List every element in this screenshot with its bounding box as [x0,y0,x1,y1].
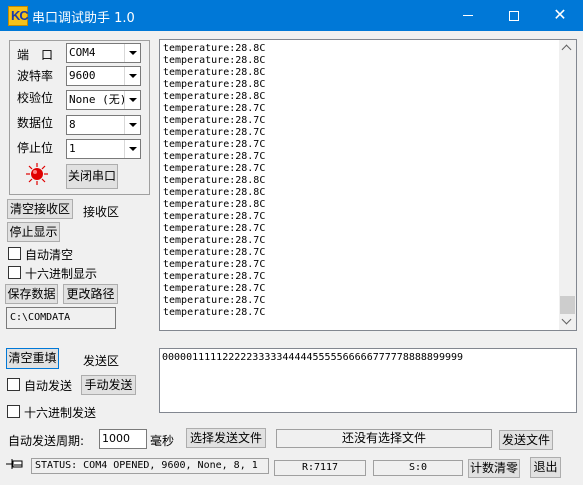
change-path-button[interactable]: 更改路径 [63,284,118,304]
receive-line: temperature:28.7C [163,295,266,306]
window-title: 串口调试助手 1.0 [32,11,135,26]
chevron-down-icon[interactable] [124,140,140,158]
chevron-down-icon[interactable] [124,44,140,62]
send-text: 0000011111222223333344444555556666677777… [162,352,464,363]
receive-line: temperature:28.7C [163,283,266,294]
close-button[interactable]: ✕ [537,0,583,31]
receive-line: temperature:28.8C [163,199,266,210]
receive-line: temperature:28.8C [163,79,266,90]
title-bar: KC 串口调试助手 1.0 ✕ [0,0,583,31]
receive-line: temperature:28.7C [163,259,266,270]
receive-line: temperature:28.7C [163,115,266,126]
receive-line: temperature:28.7C [163,223,266,234]
port-label: 端 口 [17,48,54,62]
status-text: STATUS: COM4 OPENED, 9600, None, 8, 1 [31,458,269,474]
receive-line: temperature:28.8C [163,67,266,78]
receive-line: temperature:28.7C [163,103,266,114]
receive-line: temperature:28.7C [163,127,266,138]
chevron-down-icon[interactable] [124,91,140,109]
databits-label: 数据位 [17,116,54,130]
receive-line: temperature:28.8C [163,91,266,102]
receive-lines: temperature:28.8C temperature:28.8C temper… [163,43,265,319]
receive-line: temperature:28.7C [163,163,266,174]
receive-line: temperature:28.7C [163,235,266,246]
parity-label: 校验位 [17,91,54,105]
reset-count-button[interactable]: 计数清零 [468,459,520,478]
receive-textarea[interactable]: temperature:28.8C temperature:28.8C temper… [159,39,577,331]
scroll-up-icon[interactable] [559,40,576,57]
stopbits-label: 停止位 [17,141,54,155]
receive-line: temperature:28.8C [163,43,266,54]
close-icon: ✕ [553,5,567,24]
rx-count: R:7117 [274,460,366,476]
chevron-down-icon[interactable] [124,67,140,85]
scrollbar-thumb[interactable] [560,296,575,314]
close-port-button[interactable]: 关闭串口 [66,164,118,189]
hex-display-checkbox[interactable] [8,266,21,279]
manual-send-button[interactable]: 手动发送 [81,375,136,395]
receive-line: temperature:28.7C [163,151,266,162]
scroll-down-icon[interactable] [559,313,576,330]
minimize-button[interactable] [445,0,491,31]
file-status-box: 还没有选择文件 [276,429,492,448]
save-data-button[interactable]: 保存数据 [5,284,58,304]
tx-count: S:0 [373,460,463,476]
pushpin-icon[interactable] [6,458,24,470]
parity-select[interactable]: None (无) [66,90,141,110]
send-period-label: 自动发送周期: [8,434,85,448]
auto-send-checkbox[interactable] [7,378,20,391]
receive-line: temperature:28.7C [163,307,266,318]
send-period-unit: 毫秒 [150,434,175,448]
receive-scrollbar[interactable] [559,40,576,330]
port-status-led-icon [26,163,48,185]
clear-receive-button[interactable]: 清空接收区 [7,199,73,219]
receive-line: temperature:28.8C [163,187,266,198]
stopbits-select[interactable]: 1 [66,139,141,159]
auto-clear-label: 自动清空 [25,248,74,262]
send-period-input[interactable]: 1000 [99,429,147,449]
stop-display-button[interactable]: 停止显示 [7,222,60,242]
clear-resend-button[interactable]: 清空重填 [6,348,59,369]
send-textarea[interactable]: 0000011111222223333344444555556666677777… [159,348,577,413]
chevron-down-icon[interactable] [124,116,140,134]
select-send-file-button[interactable]: 选择发送文件 [186,428,266,448]
minimize-icon [463,15,473,16]
hex-send-label: 十六进制发送 [24,406,97,420]
app-icon: KC [8,6,29,26]
receive-line: temperature:28.7C [163,247,266,258]
exit-button[interactable]: 退出 [530,457,561,478]
auto-send-label: 自动发送 [24,379,73,393]
baud-select[interactable]: 9600 [66,66,141,86]
receive-area-label: 接收区 [83,205,120,219]
port-select[interactable]: COM4 [66,43,141,63]
receive-line: temperature:28.7C [163,211,266,222]
save-path-field[interactable]: C:\COMDATA [6,307,116,329]
send-area-label: 发送区 [83,354,120,368]
receive-line: temperature:28.8C [163,175,266,186]
receive-line: temperature:28.8C [163,55,266,66]
send-file-button[interactable]: 发送文件 [499,430,553,450]
auto-clear-checkbox[interactable] [8,247,21,260]
baud-label: 波特率 [17,69,54,83]
maximize-button[interactable] [491,0,537,31]
maximize-icon [509,10,519,21]
hex-send-checkbox[interactable] [7,405,20,418]
databits-select[interactable]: 8 [66,115,141,135]
receive-line: temperature:28.7C [163,139,266,150]
receive-line: temperature:28.7C [163,271,266,282]
hex-display-label: 十六进制显示 [25,267,98,281]
